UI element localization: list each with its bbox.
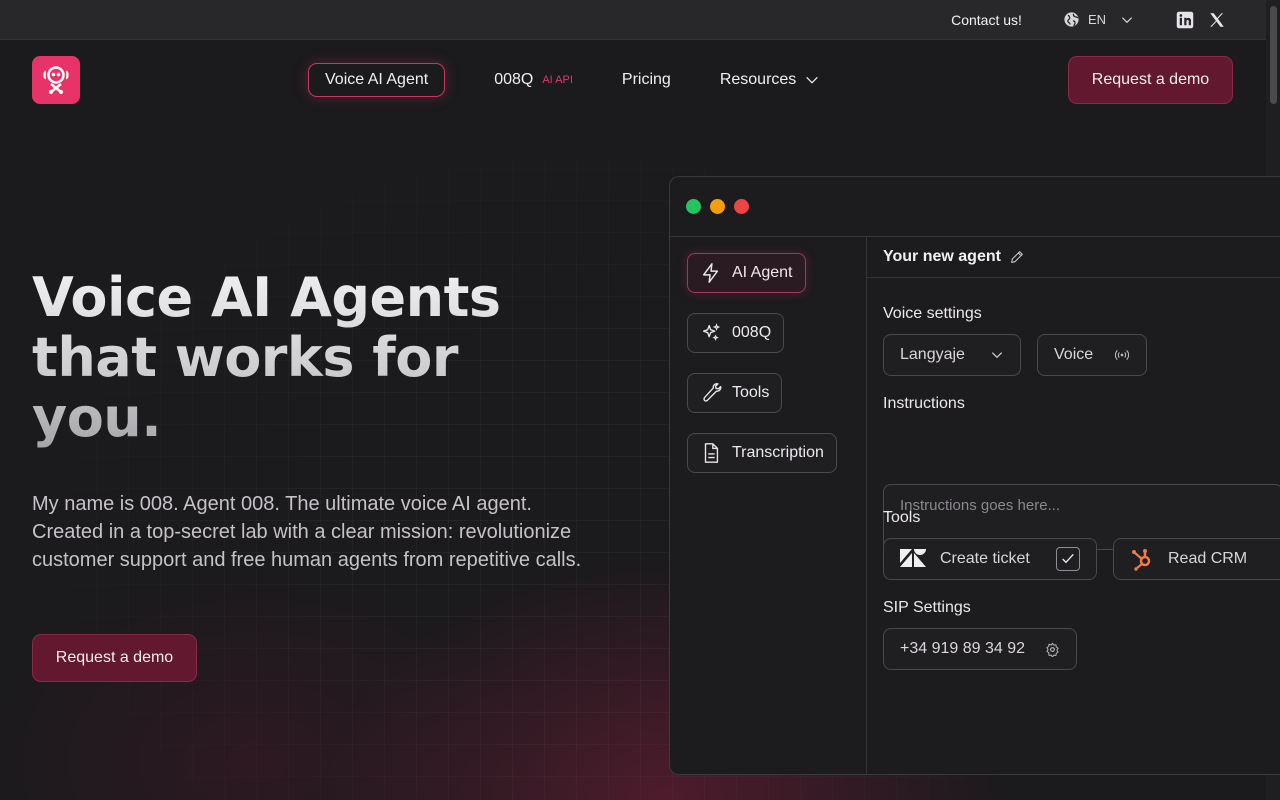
bolt-icon (700, 262, 722, 284)
scrollbar-thumb[interactable] (1270, 6, 1277, 104)
sparkles-icon (700, 322, 722, 344)
sidebar-item-label: AI Agent (732, 264, 793, 281)
main-nav: Voice AI Agent 008Q AI API Pricing Resou… (308, 63, 869, 97)
pencil-icon[interactable] (1009, 249, 1025, 265)
agent-settings-panel: Your new agent Voice settings Langyaje V… (867, 237, 1280, 774)
top-bar: Contact us! EN (0, 0, 1266, 40)
x-icon[interactable] (1208, 11, 1226, 29)
agent-name[interactable]: Your new agent (883, 248, 1001, 266)
sip-phone-field[interactable]: +34 919 89 34 92 (883, 628, 1077, 670)
tool-read-crm[interactable]: Read CRM (1113, 538, 1280, 580)
broadcast-icon (1114, 347, 1130, 363)
ai-api-tag: AI API (542, 74, 573, 86)
check-icon (1062, 553, 1074, 564)
voice-settings-label: Voice settings (883, 305, 982, 322)
document-icon (700, 442, 722, 464)
window-dot-green[interactable] (686, 199, 701, 214)
chevron-down-icon (804, 72, 820, 88)
sidebar-item-label: Transcription (732, 444, 824, 461)
tools-label: Tools (883, 509, 921, 526)
instructions-label: Instructions (883, 395, 965, 412)
hero-title: Voice AI Agents that works for you. (32, 268, 592, 448)
chevron-down-icon (990, 348, 1004, 362)
request-demo-button-header[interactable]: Request a demo (1068, 56, 1233, 104)
wrench-icon (700, 382, 722, 404)
sip-phone-number: +34 919 89 34 92 (900, 640, 1026, 657)
nav-label: Pricing (621, 71, 671, 88)
sidebar-item-label: Tools (732, 384, 770, 401)
globe-icon (1063, 11, 1080, 28)
nav-resources[interactable]: Resources (720, 71, 820, 89)
sidebar-item-tools[interactable]: Tools (687, 373, 783, 413)
tool-label: Create ticket (940, 550, 1030, 567)
voice-button[interactable]: Voice (1037, 334, 1147, 376)
sidebar-item-transcription[interactable]: Transcription (687, 433, 837, 473)
agent-logo-icon (43, 66, 69, 94)
nav-008q[interactable]: 008Q AI API (494, 71, 573, 89)
contact-link[interactable]: Contact us! (951, 12, 1022, 28)
hero-title-line: that works for (32, 326, 459, 389)
gear-icon[interactable] (1045, 642, 1060, 657)
chevron-down-icon (1120, 13, 1134, 27)
sidebar-item-008q[interactable]: 008Q (687, 313, 785, 353)
nav-voice-ai-agent[interactable]: Voice AI Agent (308, 63, 446, 97)
window-titlebar (670, 177, 1280, 237)
hero-description: My name is 008. Agent 008. The ultimate … (32, 493, 582, 571)
language-label: EN (1087, 12, 1106, 27)
hero-title-line: you. (32, 386, 162, 449)
language-selector[interactable]: EN (1063, 11, 1134, 28)
hero-title-line: Voice AI Agents (32, 266, 501, 329)
social-links (1176, 11, 1226, 29)
nav-label: Voice AI Agent (325, 71, 429, 88)
sidebar-item-ai-agent[interactable]: AI Agent (687, 253, 806, 293)
app-sidebar: AI Agent 008Q Tools Transcription (670, 237, 867, 774)
window-dot-red[interactable] (734, 199, 749, 214)
agent-name-header: Your new agent (867, 237, 1280, 278)
zendesk-icon (900, 549, 926, 569)
sip-settings-label: SIP Settings (883, 599, 971, 616)
app-window: AI Agent 008Q Tools Transcription Your n… (669, 176, 1280, 775)
sidebar-item-label: 008Q (732, 324, 772, 341)
request-demo-button-hero[interactable]: Request a demo (32, 634, 197, 682)
tool-label: Read CRM (1168, 550, 1248, 567)
tool-create-ticket[interactable]: Create ticket (883, 538, 1097, 580)
logo[interactable] (32, 56, 80, 104)
language-dropdown-value: Langyaje (900, 346, 965, 363)
linkedin-icon[interactable] (1176, 11, 1194, 29)
hubspot-icon (1130, 547, 1154, 571)
nav-label: 008Q (494, 71, 534, 88)
window-dot-yellow[interactable] (710, 199, 725, 214)
voice-label: Voice (1054, 346, 1094, 363)
create-ticket-checkbox[interactable] (1056, 547, 1080, 571)
nav-label: Resources (719, 71, 797, 88)
nav-pricing[interactable]: Pricing (622, 71, 671, 89)
language-dropdown[interactable]: Langyaje (883, 334, 1021, 376)
